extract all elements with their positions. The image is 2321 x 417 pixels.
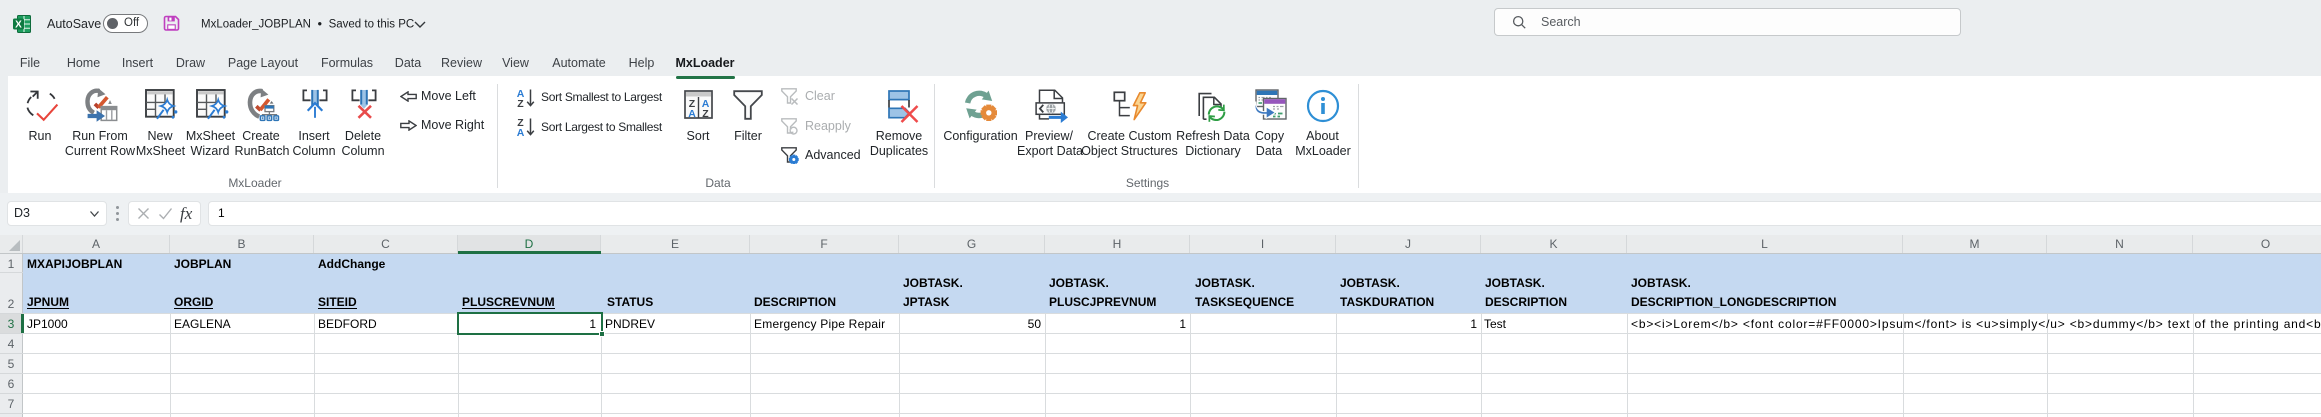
svg-text:A: A	[517, 127, 525, 137]
svg-text:X: X	[15, 20, 22, 31]
svg-text:Z: Z	[517, 98, 524, 108]
svg-text:A: A	[688, 108, 696, 120]
svg-text:Z: Z	[702, 108, 709, 120]
